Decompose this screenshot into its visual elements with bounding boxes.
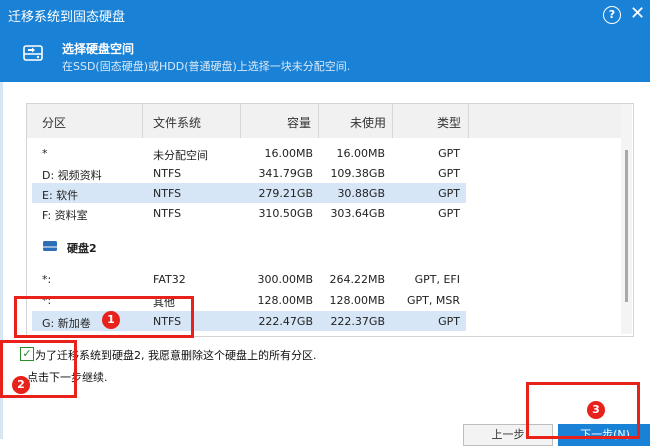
annotation-box-3 [526,382,640,439]
cell-filesystem: FAT32 [153,273,186,286]
cell-unused: 109.38GB [330,167,385,180]
column-header-type[interactable]: 类型 [437,114,461,131]
cell-filesystem: NTFS [153,207,182,220]
cell-unused: 303.64GB [330,207,385,220]
cell-capacity: 310.50GB [258,207,313,220]
cell-partition: *: [42,273,52,286]
confirm-delete-label[interactable]: 为了迁移系统到硬盘2, 我愿意删除这个硬盘上的所有分区. [35,347,317,363]
column-header-unused[interactable]: 未使用 [350,114,386,131]
cell-filesystem: 未分配空间 [153,149,208,162]
disk-group-label: 硬盘2 [67,242,97,255]
column-header-partition[interactable]: 分区 [42,114,66,131]
cell-type: GPT [438,315,460,328]
cell-unused: 264.22MB [329,273,385,286]
cell-unused: 16.00MB [336,147,385,160]
cell-type: GPT, EFI [414,273,460,286]
cell-capacity: 128.00MB [257,294,313,307]
annotation-badge-3: 3 [587,401,605,419]
column-divider [240,104,241,138]
cell-capacity: 300.00MB [257,273,313,286]
step-title: 选择硬盘空间 [62,42,135,56]
cell-type: GPT [438,167,460,180]
annotation-badge-1: 1 [102,311,120,329]
close-icon[interactable]: ✕ [630,3,645,24]
cell-unused: 128.00MB [329,294,385,307]
cell-partition: F: 资料室 [42,209,88,222]
cell-filesystem: NTFS [153,187,182,200]
column-divider [468,104,469,138]
scrollbar-thumb[interactable] [625,150,628,302]
hard-disk-icon [23,45,43,61]
cell-filesystem: NTFS [153,167,182,180]
table-header [27,104,621,138]
column-divider [392,104,393,138]
hard-disk-icon [43,241,57,251]
annotation-box-2 [0,340,77,398]
column-divider [318,104,319,138]
cell-type: GPT [438,147,460,160]
annotation-badge-2: 2 [12,376,30,394]
column-divider [142,104,143,138]
cell-unused: 222.37GB [330,315,385,328]
cell-capacity: 222.47GB [258,315,313,328]
cell-type: GPT, MSR [407,294,460,307]
cell-type: GPT [438,187,460,200]
cell-partition: D: 视频资料 [42,169,102,182]
cell-partition: E: 软件 [42,189,79,202]
cell-partition: * [42,147,48,160]
cell-capacity: 16.00MB [264,147,313,160]
column-header-filesystem[interactable]: 文件系统 [153,114,201,131]
cell-capacity: 279.21GB [258,187,313,200]
cell-capacity: 341.79GB [258,167,313,180]
step-subtitle: 在SSD(固态硬盘)或HDD(普通硬盘)上选择一块未分配空间. [62,60,351,73]
window-title: 迁移系统到固态硬盘 [8,10,126,25]
cell-unused: 30.88GB [337,187,385,200]
cell-type: GPT [438,207,460,220]
column-header-capacity[interactable]: 容量 [287,114,311,131]
help-icon[interactable]: ? [603,6,621,24]
